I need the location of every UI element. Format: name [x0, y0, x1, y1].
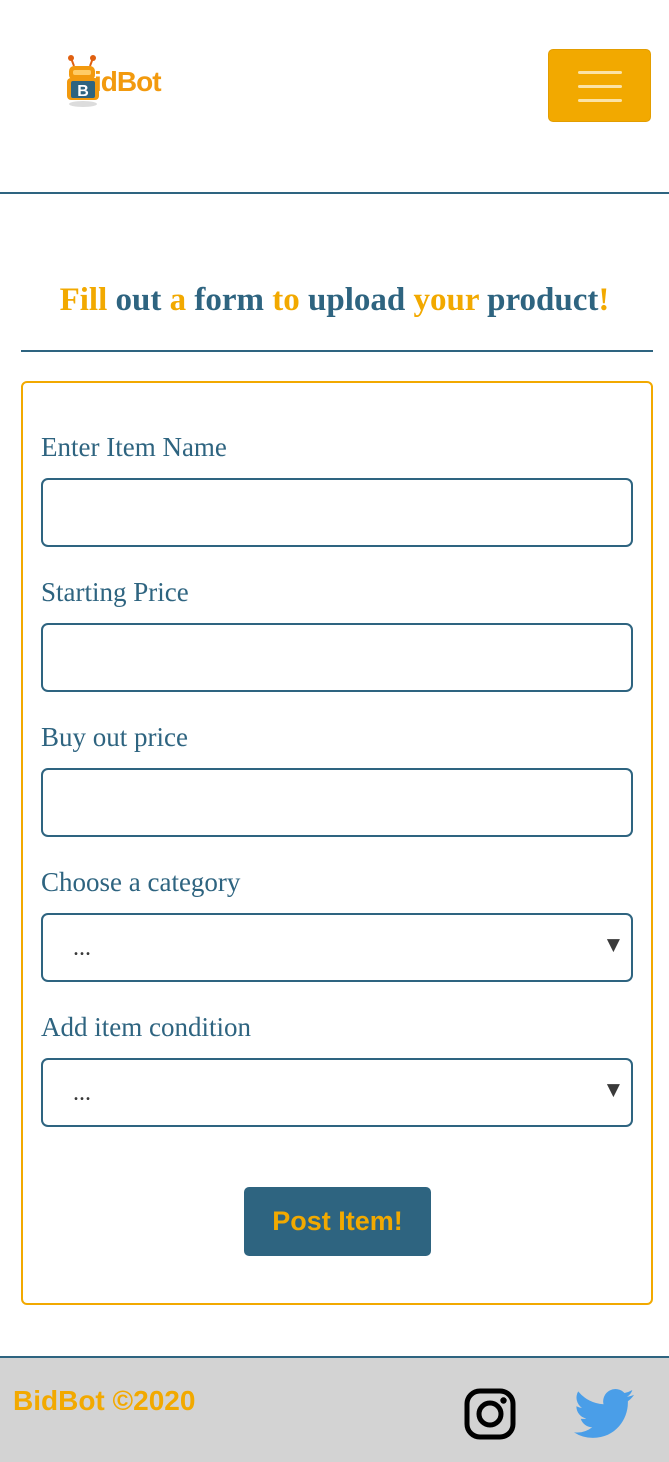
instagram-icon[interactable]	[464, 1388, 516, 1440]
twitter-icon[interactable]	[574, 1389, 634, 1439]
heading-divider	[21, 350, 653, 352]
post-item-button[interactable]: Post Item!	[244, 1187, 431, 1256]
page-title: Fill out a form to upload your product!	[59, 282, 610, 318]
item-name-input[interactable]	[41, 478, 633, 547]
item-name-label: Enter Item Name	[41, 432, 227, 462]
category-select[interactable]: ... ▼	[41, 913, 633, 982]
category-selected-value: ...	[73, 935, 91, 961]
condition-selected-value: ...	[73, 1080, 91, 1106]
svg-text:B: B	[77, 83, 89, 100]
footer: BidBot ©2020	[0, 1356, 669, 1462]
bidbot-logo[interactable]: B BidBot	[60, 48, 184, 114]
condition-select[interactable]: ... ▼	[41, 1058, 633, 1127]
buyout-price-input[interactable]	[41, 768, 633, 837]
buyout-price-label: Buy out price	[41, 722, 188, 752]
dropdown-caret-icon: ▼	[606, 1080, 620, 1100]
logo-wordmark: BidBot	[94, 66, 162, 97]
copyright-text: BidBot ©2020	[13, 1385, 196, 1416]
category-label: Choose a category	[41, 867, 241, 897]
starting-price-input[interactable]	[41, 623, 633, 692]
header: B BidBot	[0, 0, 669, 194]
hamburger-menu-icon	[578, 71, 622, 74]
menu-toggle-button[interactable]	[548, 49, 651, 122]
starting-price-label: Starting Price	[41, 577, 189, 607]
dropdown-caret-icon: ▼	[606, 935, 620, 955]
condition-label: Add item condition	[41, 1012, 251, 1042]
